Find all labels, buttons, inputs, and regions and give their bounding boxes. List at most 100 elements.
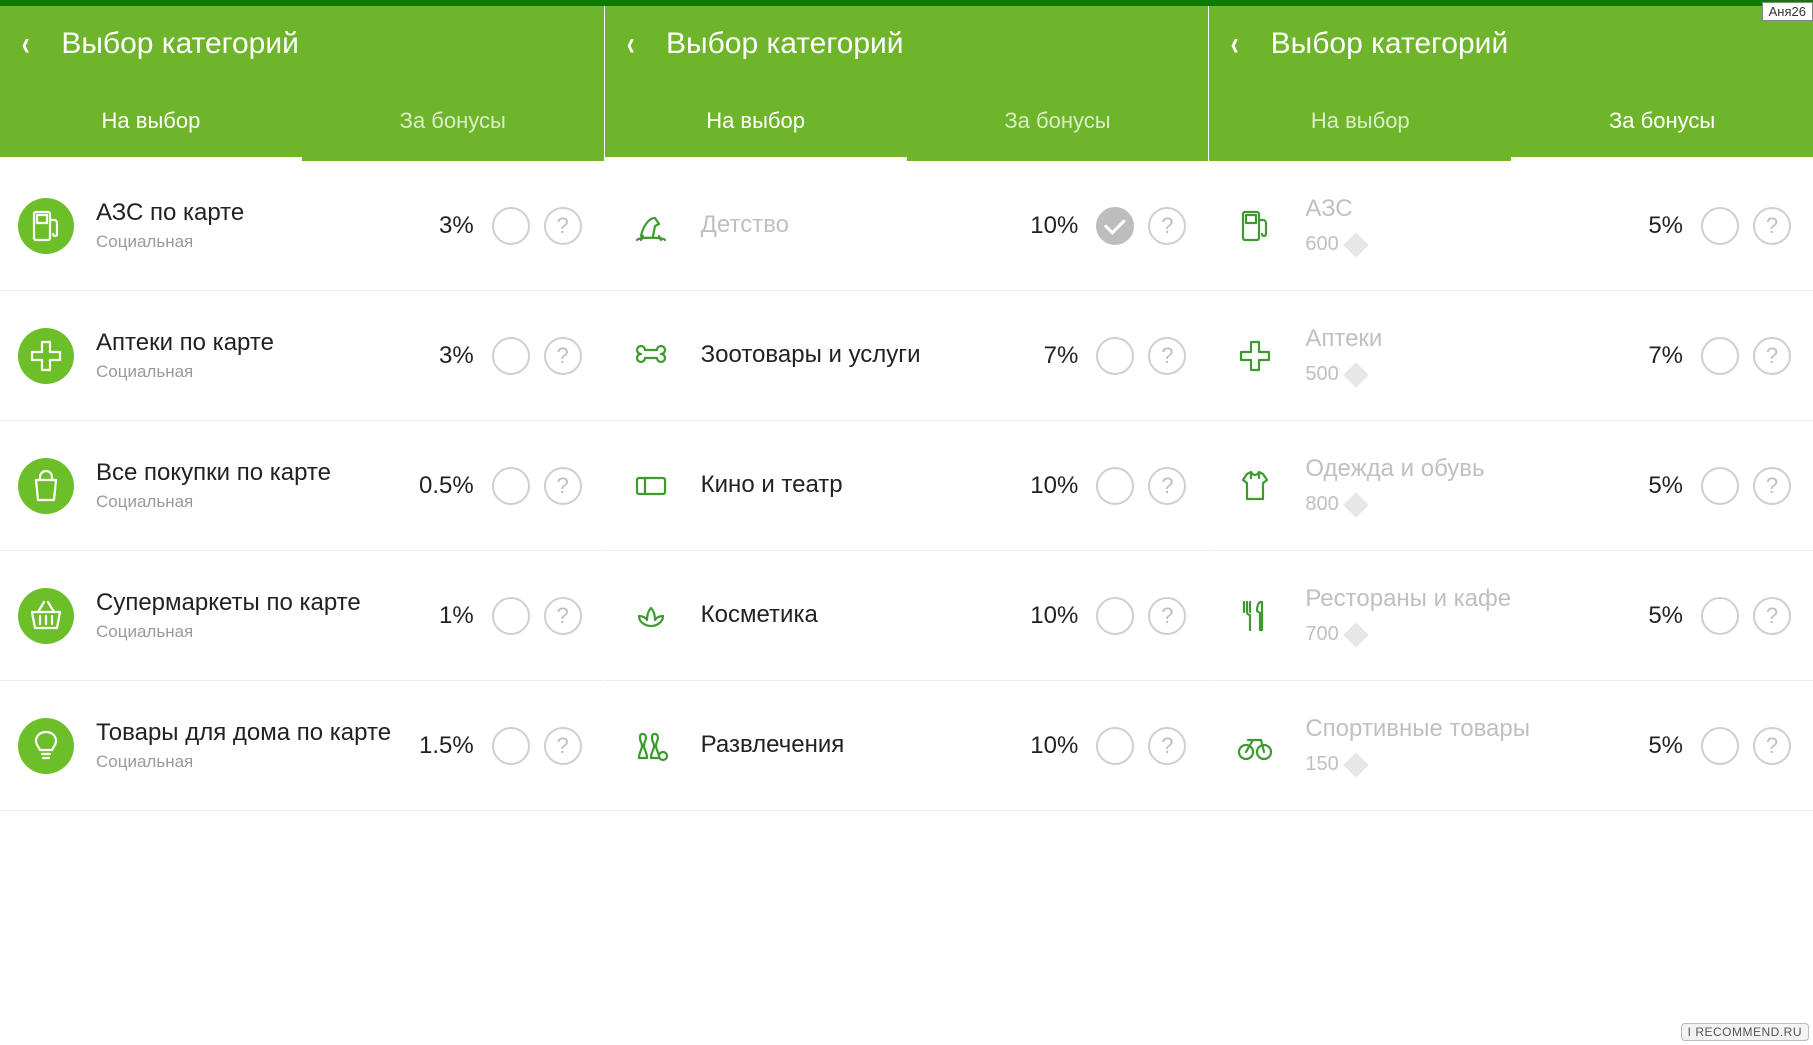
category-list: Детство10%?Зоотовары и услуги7%?Кино и т… bbox=[605, 161, 1209, 1045]
category-cost: 600 bbox=[1305, 233, 1613, 256]
category-row[interactable]: Косметика10%? bbox=[605, 551, 1209, 681]
cashback-percent: 0.5% bbox=[404, 472, 474, 500]
select-radio[interactable] bbox=[492, 467, 530, 505]
cashback-percent: 10% bbox=[1008, 212, 1078, 240]
cashback-percent: 5% bbox=[1613, 472, 1683, 500]
cashback-percent: 7% bbox=[1613, 342, 1683, 370]
help-icon[interactable]: ? bbox=[544, 597, 582, 635]
select-radio[interactable] bbox=[1096, 467, 1134, 505]
category-row[interactable]: Детство10%? bbox=[605, 161, 1209, 291]
lotus-icon bbox=[623, 588, 679, 644]
help-icon[interactable]: ? bbox=[1148, 727, 1186, 765]
watermark: I RECOMMEND.RU bbox=[1681, 1023, 1809, 1041]
category-title: АЗС bbox=[1305, 195, 1613, 224]
category-row[interactable]: Рестораны и кафе7005%? bbox=[1209, 551, 1813, 681]
category-row[interactable]: Аптеки5007%? bbox=[1209, 291, 1813, 421]
select-radio[interactable] bbox=[1701, 467, 1739, 505]
category-row[interactable]: Спортивные товары1505%? bbox=[1209, 681, 1813, 811]
category-row[interactable]: Одежда и обувь8005%? bbox=[1209, 421, 1813, 551]
select-radio[interactable] bbox=[1701, 597, 1739, 635]
cost-value: 700 bbox=[1305, 623, 1338, 646]
category-subtitle: Социальная bbox=[96, 622, 404, 642]
category-list: АЗС по картеСоциальная3%?Аптеки по карте… bbox=[0, 161, 604, 1045]
tabs: На выборЗа бонусы bbox=[1209, 81, 1813, 161]
page-title: Выбор категорий bbox=[666, 27, 904, 61]
bonus-diamond-icon bbox=[1343, 622, 1368, 647]
help-icon[interactable]: ? bbox=[1753, 467, 1791, 505]
category-row[interactable]: Все покупки по картеСоциальная0.5%? bbox=[0, 421, 604, 551]
category-row[interactable]: Кино и театр10%? bbox=[605, 421, 1209, 551]
help-icon[interactable]: ? bbox=[1148, 207, 1186, 245]
category-subtitle: Социальная bbox=[96, 492, 404, 512]
tabs: На выборЗа бонусы bbox=[605, 81, 1209, 161]
category-title: Косметика bbox=[701, 601, 1009, 630]
horse-icon bbox=[623, 198, 679, 254]
panel: ‹Выбор категорийНа выборЗа бонусыАЗС по … bbox=[0, 6, 605, 1045]
cross-icon bbox=[18, 328, 74, 384]
category-title: Спортивные товары bbox=[1305, 715, 1613, 744]
category-row[interactable]: АЗС6005%? bbox=[1209, 161, 1813, 291]
category-row[interactable]: Товары для дома по картеСоциальная1.5%? bbox=[0, 681, 604, 811]
lamp-icon bbox=[18, 718, 74, 774]
help-icon[interactable]: ? bbox=[544, 727, 582, 765]
category-text: Зоотовары и услуги bbox=[701, 341, 1009, 370]
help-icon[interactable]: ? bbox=[1753, 727, 1791, 765]
category-title: Развлечения bbox=[701, 731, 1009, 760]
select-radio[interactable] bbox=[1096, 597, 1134, 635]
help-icon[interactable]: ? bbox=[1148, 337, 1186, 375]
category-title: Рестораны и кафе bbox=[1305, 585, 1613, 614]
help-icon[interactable]: ? bbox=[1148, 597, 1186, 635]
cashback-percent: 7% bbox=[1008, 342, 1078, 370]
category-text: Аптеки по картеСоциальная bbox=[96, 329, 404, 382]
bone-icon bbox=[623, 328, 679, 384]
tab-choice[interactable]: На выбор bbox=[1209, 81, 1511, 161]
select-radio[interactable] bbox=[492, 337, 530, 375]
ticket-icon bbox=[623, 458, 679, 514]
help-icon[interactable]: ? bbox=[544, 467, 582, 505]
category-cost: 800 bbox=[1305, 493, 1613, 516]
help-icon[interactable]: ? bbox=[544, 337, 582, 375]
panel: ‹ Выбор категорий На выборЗа бонусыДетство… bbox=[605, 6, 1210, 1045]
category-row[interactable]: Супермаркеты по картеСоциальная1%? bbox=[0, 551, 604, 681]
select-radio[interactable] bbox=[1096, 337, 1134, 375]
select-radio[interactable] bbox=[1701, 337, 1739, 375]
help-icon[interactable]: ? bbox=[1753, 337, 1791, 375]
category-text: Косметика bbox=[701, 601, 1009, 630]
category-title: Супермаркеты по карте bbox=[96, 589, 404, 618]
help-icon[interactable]: ? bbox=[1148, 467, 1186, 505]
tab-choice[interactable]: На выбор bbox=[605, 81, 907, 161]
category-subtitle: Социальная bbox=[96, 362, 404, 382]
back-button[interactable]: ‹ bbox=[22, 27, 30, 61]
tabs: На выборЗа бонусы bbox=[0, 81, 604, 161]
category-row[interactable]: Аптеки по картеСоциальная3%? bbox=[0, 291, 604, 421]
tab-bonuses[interactable]: За бонусы bbox=[302, 81, 604, 161]
select-radio[interactable] bbox=[492, 597, 530, 635]
bonus-diamond-icon bbox=[1343, 492, 1368, 517]
select-radio[interactable] bbox=[492, 727, 530, 765]
cashback-percent: 3% bbox=[404, 212, 474, 240]
category-text: АЗС 600 bbox=[1305, 195, 1613, 257]
help-icon[interactable]: ? bbox=[1753, 597, 1791, 635]
back-button[interactable]: ‹ bbox=[626, 27, 634, 61]
select-radio[interactable] bbox=[1701, 207, 1739, 245]
select-radio[interactable] bbox=[1701, 727, 1739, 765]
category-text: Все покупки по картеСоциальная bbox=[96, 459, 404, 512]
category-text: Товары для дома по картеСоциальная bbox=[96, 719, 404, 772]
category-row[interactable]: Развлечения10%? bbox=[605, 681, 1209, 811]
category-row[interactable]: Зоотовары и услуги7%? bbox=[605, 291, 1209, 421]
basket-icon bbox=[18, 588, 74, 644]
category-row[interactable]: АЗС по картеСоциальная3%? bbox=[0, 161, 604, 291]
category-title: Зоотовары и услуги bbox=[701, 341, 1009, 370]
select-radio[interactable] bbox=[1096, 727, 1134, 765]
shirt-icon bbox=[1227, 458, 1283, 514]
cashback-percent: 10% bbox=[1008, 732, 1078, 760]
select-radio[interactable] bbox=[492, 207, 530, 245]
tab-choice[interactable]: На выбор bbox=[0, 81, 302, 161]
back-button[interactable]: ‹ bbox=[1231, 27, 1239, 61]
tab-bonuses[interactable]: За бонусы bbox=[1511, 81, 1813, 161]
help-icon[interactable]: ? bbox=[1753, 207, 1791, 245]
select-radio[interactable] bbox=[1096, 207, 1134, 245]
help-icon[interactable]: ? bbox=[544, 207, 582, 245]
tab-bonuses[interactable]: За бонусы bbox=[907, 81, 1209, 161]
cashback-percent: 3% bbox=[404, 342, 474, 370]
